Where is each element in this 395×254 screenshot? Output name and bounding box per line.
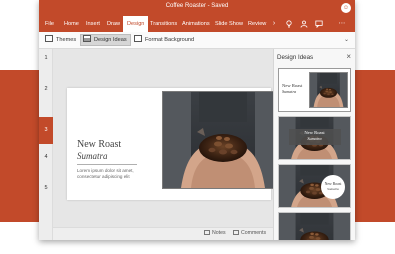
idea-4-photo	[279, 213, 350, 240]
idea-2-title: New Roast	[304, 130, 325, 135]
title-bar: Coffee Roaster - Saved ☺	[39, 0, 355, 16]
slide-divider	[77, 164, 137, 165]
idea-3-subtitle: Sumatra	[327, 187, 339, 191]
slide-body-text[interactable]: Lorem ipsum dolor sit amet, consectetur …	[77, 168, 149, 180]
design-idea-4[interactable]	[278, 212, 351, 240]
idea-1-title: New Roast	[282, 83, 303, 88]
format-background-icon	[134, 35, 142, 43]
idea-1-subtitle: Sumatra	[282, 89, 297, 94]
tab-design[interactable]: Design	[123, 16, 149, 32]
notes-icon	[204, 230, 210, 236]
avatar[interactable]: ☺	[341, 3, 351, 13]
lightbulb-icon[interactable]	[285, 20, 293, 28]
design-idea-3[interactable]: New Roast Sumatra	[278, 164, 351, 208]
more-icon[interactable]: ⋯	[338, 20, 346, 28]
idea-1-photo	[309, 72, 348, 108]
comment-icon[interactable]	[315, 20, 323, 29]
format-background-label: Format Background	[145, 37, 195, 43]
comments-label: Comments	[241, 230, 267, 236]
slide-number-5[interactable]: 5	[39, 185, 53, 191]
current-slide[interactable]: New Roast Sumatra Lorem ipsum dolor sit …	[67, 88, 284, 200]
tab-slide-show[interactable]: Slide Show	[215, 16, 243, 32]
tab-transitions[interactable]: Transitions	[150, 16, 177, 32]
design-idea-1[interactable]: New Roast Sumatra	[278, 68, 351, 112]
notes-label: Notes	[212, 230, 226, 236]
design-ideas-icon	[83, 35, 91, 43]
panel-title: Design Ideas	[277, 54, 314, 61]
status-bar: Notes Comments	[53, 227, 273, 240]
slide-subtitle[interactable]: Sumatra	[77, 151, 108, 161]
design-ideas-panel: Design Ideas × New Roast Sumatra New Roa…	[273, 49, 355, 240]
coffee-beans-photo[interactable]	[162, 91, 284, 189]
ribbon-tabs: File Home Insert Draw Design Transitions…	[39, 16, 355, 32]
design-ideas-label: Design Ideas	[94, 37, 127, 43]
tab-review[interactable]: Review	[248, 16, 266, 32]
chevron-down-icon[interactable]: ⌄	[344, 36, 349, 43]
share-icon[interactable]	[300, 20, 308, 28]
comments-icon	[233, 230, 239, 236]
tab-file[interactable]: File	[45, 16, 54, 32]
themes-label: Themes	[56, 37, 77, 43]
comments-button[interactable]: Comments	[233, 230, 266, 236]
themes-button[interactable]: Themes	[43, 34, 79, 46]
screenshot-stage: Coffee Roaster - Saved ☺ File Home Inser…	[0, 0, 395, 254]
design-idea-2[interactable]: New Roast Sumatra	[278, 116, 351, 160]
slide-number-2[interactable]: 2	[39, 86, 53, 92]
notes-button[interactable]: Notes	[204, 230, 226, 236]
themes-icon	[45, 35, 53, 43]
chevron-right-icon[interactable]: ›	[270, 20, 278, 28]
slide-number-1[interactable]: 1	[39, 55, 53, 61]
powerpoint-window: Coffee Roaster - Saved ☺ File Home Inser…	[39, 0, 355, 240]
tab-animations[interactable]: Animations	[182, 16, 210, 32]
slide-number-3[interactable]: 3	[39, 117, 53, 144]
tab-insert[interactable]: Insert	[86, 16, 100, 32]
window-title: Coffee Roaster - Saved	[165, 3, 229, 9]
slide-thumbnail-strip: 1 2 3 4 5	[39, 49, 53, 240]
tab-draw[interactable]: Draw	[107, 16, 120, 32]
slide-number-4[interactable]: 4	[39, 154, 53, 160]
format-background-button[interactable]: Format Background	[132, 34, 197, 46]
design-ideas-button[interactable]: Design Ideas	[80, 34, 131, 46]
slide-canvas: New Roast Sumatra Lorem ipsum dolor sit …	[53, 49, 284, 227]
close-icon[interactable]: ×	[346, 52, 351, 61]
design-ribbon: Themes Design Ideas Format Background ⌄	[39, 32, 355, 49]
slide-title[interactable]: New Roast	[77, 139, 121, 150]
idea-2-subtitle: Sumatra	[307, 136, 322, 141]
tab-home[interactable]: Home	[64, 16, 79, 32]
idea-3-title: New Roast	[324, 182, 342, 186]
